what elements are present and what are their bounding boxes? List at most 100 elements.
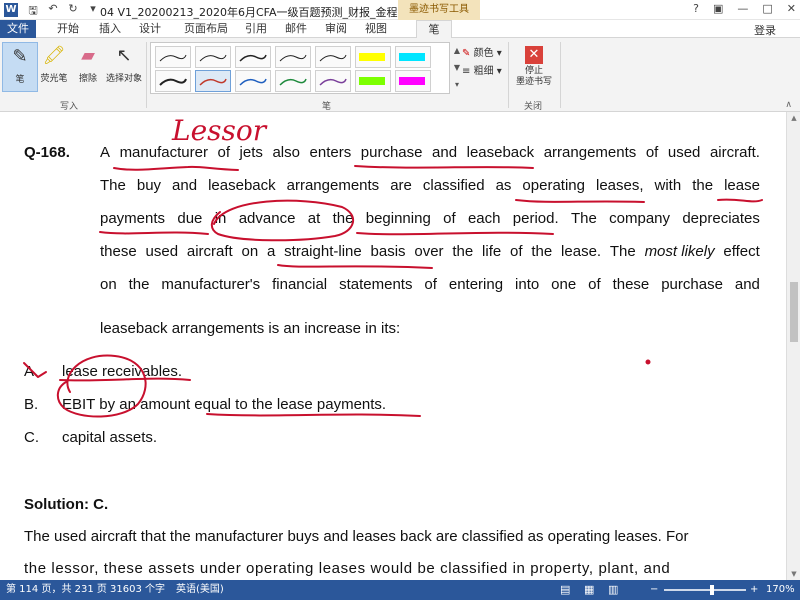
solution-line-1: The used aircraft that the manufacturer …: [24, 528, 689, 545]
pen-style-2[interactable]: [195, 46, 231, 68]
zoom-out-icon[interactable]: −: [650, 580, 658, 600]
tab-pen[interactable]: 笔: [416, 20, 452, 38]
thickness-dropdown[interactable]: ≡ 粗细 ▾: [462, 62, 502, 77]
question-word: manufacturer's: [161, 276, 261, 293]
tab-insert[interactable]: 插入: [92, 20, 128, 38]
question-word: and: [172, 177, 198, 194]
question-word: operating: [522, 177, 585, 194]
question-word: arrangements: [543, 144, 637, 161]
option-c-label: C.: [24, 429, 39, 446]
zoom-slider-knob[interactable]: [710, 585, 715, 595]
underline-operating-leases: [515, 199, 645, 203]
option-b-label: B.: [24, 396, 39, 413]
line-thickness-icon: ≡: [462, 66, 471, 77]
web-layout-icon[interactable]: ▥: [608, 580, 618, 600]
question-word: used: [145, 243, 179, 260]
eraser-tool-button[interactable]: ▰ 擦除: [70, 42, 106, 92]
question-word: of: [443, 210, 456, 227]
page-count[interactable]: 第 114 页，共 231 页: [6, 580, 107, 600]
question-line: these used aircraft on a straight-line basis ov…: [100, 243, 760, 260]
question-word: of: [424, 276, 437, 293]
question-word: financial: [272, 276, 328, 293]
question-line: on the manufacturer's financial statements of…: [100, 276, 760, 293]
question-word: period.: [512, 210, 559, 227]
question-word: the: [692, 177, 714, 194]
word-app-icon[interactable]: W: [4, 3, 18, 17]
question-word: classified: [422, 177, 485, 194]
question-word: a: [267, 243, 276, 260]
tab-view[interactable]: 视图: [358, 20, 394, 38]
pen-style-3[interactable]: [235, 46, 271, 68]
tab-home[interactable]: 开始: [48, 20, 88, 38]
solution-line-2: the lessor, these assets under operating…: [24, 560, 671, 577]
color-dropdown[interactable]: ✎ 颜色 ▾: [462, 44, 502, 59]
question-word: The: [570, 210, 597, 227]
option-a-text: lease receivables.: [62, 363, 183, 380]
undo-icon[interactable]: ↶: [46, 2, 60, 21]
highlighter-magenta[interactable]: [395, 70, 431, 92]
scroll-down-icon[interactable]: ▼: [787, 570, 800, 578]
pen-style-1[interactable]: [155, 46, 191, 68]
scroll-up-icon[interactable]: ▲: [787, 114, 800, 122]
question-word: and: [734, 276, 760, 293]
underline-purchase-leaseback: [354, 165, 534, 169]
login-link[interactable]: 登录: [754, 22, 776, 38]
question-word: aircraft: [186, 243, 233, 260]
tab-mailings[interactable]: 邮件: [278, 20, 314, 38]
zoom-slider[interactable]: [664, 589, 746, 591]
select-objects-button[interactable]: ↖ 选择对象: [104, 42, 144, 92]
contextual-tool-title: 墨迹书写工具: [398, 0, 480, 20]
redo-icon[interactable]: ↻: [66, 2, 80, 21]
scroll-thumb[interactable]: [790, 282, 798, 342]
tab-file[interactable]: 文件: [0, 20, 36, 38]
minimize-button[interactable]: —: [737, 2, 748, 15]
read-mode-icon[interactable]: ▤: [560, 580, 570, 600]
document-area[interactable]: Q-168. Amanufacturer of jets also enters purc…: [0, 112, 786, 580]
question-word: enters: [309, 144, 352, 161]
maximize-button[interactable]: □: [762, 2, 772, 15]
vertical-scrollbar[interactable]: ▲ ▼: [786, 112, 800, 580]
print-layout-icon[interactable]: ▦: [584, 580, 594, 600]
pen-style-blue[interactable]: [235, 70, 271, 92]
tab-references[interactable]: 引用: [238, 20, 274, 38]
highlighter-green[interactable]: [355, 70, 391, 92]
highlighter-cyan[interactable]: [395, 46, 431, 68]
highlighter-tool-button[interactable]: 🖍 荧光笔: [36, 42, 72, 92]
customize-qat-icon[interactable]: ▾: [86, 2, 100, 21]
pen-tool-button[interactable]: ✎ 笔: [2, 42, 38, 92]
tab-design[interactable]: 设计: [132, 20, 168, 38]
language-indicator[interactable]: 英语(美国): [176, 580, 224, 600]
question-word: leaseback arrangements is an increase in…: [100, 320, 401, 337]
underline-manufacturer-of: [113, 165, 239, 171]
pen-style-red[interactable]: [195, 70, 231, 92]
question-word: the: [531, 243, 553, 260]
question-word: the: [128, 276, 150, 293]
question-word: in: [214, 210, 227, 227]
close-button[interactable]: ✕: [787, 2, 796, 15]
status-bar: 第 114 页，共 231 页 31603 个字 英语(美国) ▤ ▦ ▥ − …: [0, 580, 800, 600]
pen-style-purple[interactable]: [315, 70, 351, 92]
pen-style-4[interactable]: [275, 46, 311, 68]
pen-gallery-scroll[interactable]: ▲ ▼ ▾: [452, 42, 462, 94]
zoom-in-icon[interactable]: +: [750, 580, 758, 600]
question-word: leaseback: [208, 177, 276, 194]
stop-inking-button[interactable]: ✕ 停止 墨迹书写: [512, 42, 556, 96]
question-word: lease: [724, 177, 760, 194]
question-word: payments: [100, 210, 166, 227]
zoom-level[interactable]: 170%: [766, 580, 795, 600]
pen-style-black-thick[interactable]: [155, 70, 191, 92]
question-word: lease.: [561, 243, 602, 260]
highlighter-yellow[interactable]: [355, 46, 391, 68]
collapse-ribbon-icon[interactable]: ∧: [785, 100, 792, 110]
question-word: are: [390, 177, 412, 194]
help-icon[interactable]: ?: [693, 2, 699, 15]
ribbon-display-icon[interactable]: ▣: [713, 2, 723, 15]
tab-review[interactable]: 审阅: [318, 20, 354, 38]
group-label-write: 写入: [60, 102, 79, 112]
pen-style-5[interactable]: [315, 46, 351, 68]
tab-page-layout[interactable]: 页面布局: [176, 20, 236, 38]
word-count[interactable]: 31603 个字: [110, 580, 165, 600]
pen-style-green[interactable]: [275, 70, 311, 92]
save-icon[interactable]: 🖫: [26, 2, 40, 21]
question-word: the: [452, 243, 474, 260]
